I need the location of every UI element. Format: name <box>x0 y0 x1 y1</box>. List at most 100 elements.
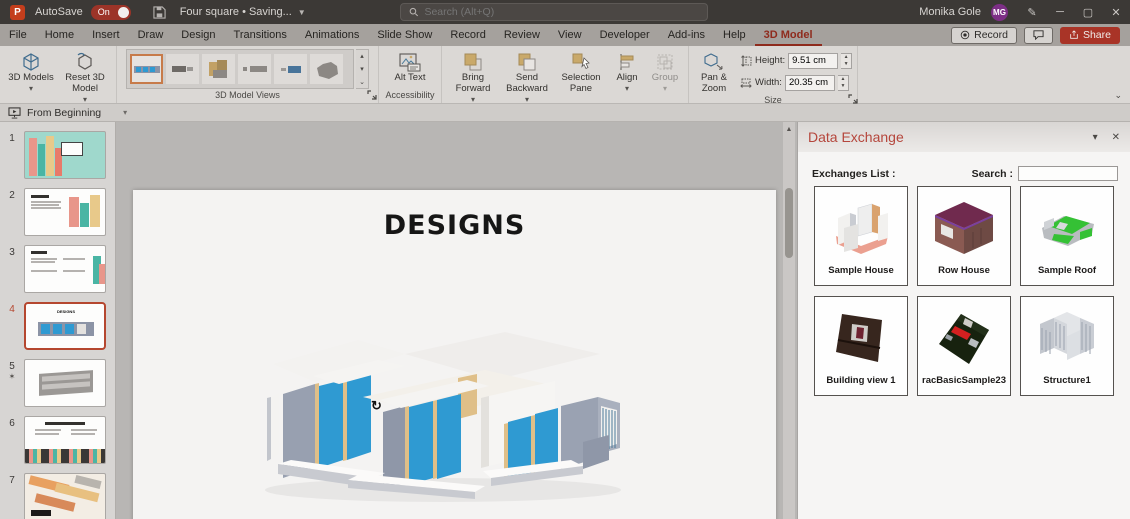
structure1-thumbnail <box>1029 303 1105 373</box>
align-button[interactable]: Align ▾ <box>609 49 645 104</box>
slide-thumbnail-5[interactable]: 5 ✶ <box>0 359 115 407</box>
draw-pen-icon[interactable]: ✎ <box>1018 0 1046 24</box>
tab-3d-model[interactable]: 3D Model <box>755 24 822 46</box>
panel-dropdown-icon[interactable]: ▾ <box>1093 132 1098 143</box>
autosave-toggle[interactable]: On <box>90 4 131 20</box>
tab-design[interactable]: Design <box>172 24 224 46</box>
slide-thumbnail-4-selected[interactable]: 4 DESIGNS <box>0 302 115 350</box>
slide-editing-area[interactable]: DESIGNS ↻ <box>133 190 776 519</box>
tab-record[interactable]: Record <box>441 24 494 46</box>
search-box[interactable] <box>400 3 708 21</box>
width-icon <box>740 78 752 88</box>
scroll-up-icon[interactable]: ▲ <box>783 122 795 136</box>
view-thumbnail[interactable] <box>166 54 199 84</box>
pan-zoom-button[interactable]: Pan & Zoom <box>694 49 734 95</box>
tab-draw[interactable]: Draw <box>129 24 173 46</box>
slide-thumbnail-3[interactable]: 3 <box>0 245 115 293</box>
tab-view[interactable]: View <box>549 24 591 46</box>
chevron-down-icon: ▾ <box>82 94 87 104</box>
racbasicsample23-thumbnail <box>926 303 1002 373</box>
panel-close-icon[interactable]: ✕ <box>1112 132 1120 143</box>
slide-number: 2 <box>9 190 15 201</box>
powerpoint-logo-icon[interactable]: P <box>10 4 25 20</box>
group-button[interactable]: Group ▾ <box>647 49 683 104</box>
slide-thumbnail-6[interactable]: 6 <box>0 416 115 464</box>
group-label-accessibility: Accessibility <box>385 89 435 100</box>
tab-transitions[interactable]: Transitions <box>225 24 296 46</box>
slide-title[interactable]: DESIGNS <box>133 210 776 241</box>
from-beginning-icon <box>8 106 21 119</box>
share-button[interactable]: Share <box>1059 26 1120 44</box>
alt-text-button[interactable]: Alt Text <box>384 49 436 88</box>
chevron-down-icon: ▾ <box>28 83 33 93</box>
search-input[interactable] <box>424 6 699 18</box>
view-thumbnail[interactable] <box>202 54 235 84</box>
width-stepper[interactable]: ▲ ▼ <box>837 74 849 91</box>
view-thumbnail[interactable] <box>238 54 271 84</box>
collapse-ribbon-icon[interactable]: ⌄ <box>1114 90 1122 101</box>
model-card-sample-roof[interactable]: Sample Roof <box>1020 186 1114 286</box>
record-button[interactable]: Record <box>951 26 1017 44</box>
tab-add-ins[interactable]: Add-ins <box>659 24 714 46</box>
tab-home[interactable]: Home <box>36 24 83 46</box>
height-stepper[interactable]: ▲ ▼ <box>841 52 853 69</box>
dialog-launcher-icon[interactable] <box>367 89 378 101</box>
chevron-down-icon: ▾ <box>662 83 667 93</box>
tab-animations[interactable]: Animations <box>296 24 368 46</box>
tab-slide-show[interactable]: Slide Show <box>368 24 441 46</box>
slide-number: 4 <box>9 304 15 315</box>
close-button[interactable]: ✕ <box>1102 0 1130 24</box>
from-beginning-button[interactable]: From Beginning <box>27 107 101 119</box>
tab-review[interactable]: Review <box>495 24 549 46</box>
model-card-sample-house[interactable]: Sample House <box>814 186 908 286</box>
3d-models-button[interactable]: 3D Models ▾ <box>5 49 57 104</box>
gallery-down-button[interactable]: ▾ <box>356 63 368 76</box>
view-thumbnail-selected[interactable] <box>130 54 163 84</box>
send-backward-button[interactable]: Send Backward ▾ <box>501 49 553 104</box>
building-view-1-thumbnail <box>823 303 899 373</box>
title-bar: P AutoSave On Four square • Saving... ▼ … <box>0 0 1130 24</box>
avatar[interactable]: MG <box>991 3 1008 21</box>
save-icon[interactable] <box>153 5 166 19</box>
slide-thumbnail-7[interactable]: 7 <box>0 473 115 519</box>
reset-3d-model-button[interactable]: Reset 3D Model ▾ <box>59 49 111 104</box>
comments-button[interactable] <box>1023 26 1053 44</box>
tab-developer[interactable]: Developer <box>591 24 659 46</box>
slide-thumbnail-1[interactable]: 1 <box>0 131 115 179</box>
pan-zoom-icon <box>702 51 726 73</box>
model-card-row-house[interactable]: Row House <box>917 186 1011 286</box>
selection-pane-button[interactable]: Selection Pane <box>555 49 607 104</box>
rotate-cursor-icon: ↻ <box>371 398 382 413</box>
height-input[interactable] <box>788 52 839 69</box>
model-card-racbasicsample23[interactable]: racBasicSample23 <box>917 296 1011 396</box>
panel-search-input[interactable] <box>1018 166 1118 181</box>
toggle-knob-icon <box>117 6 129 18</box>
canvas-scrollbar[interactable]: ▲ <box>783 122 795 519</box>
view-thumbnail[interactable] <box>310 54 343 84</box>
width-input[interactable] <box>784 74 835 91</box>
chevron-down-icon[interactable]: ▾ <box>123 108 127 117</box>
ribbon-tab-row: File Home Insert Draw Design Transitions… <box>0 24 1130 46</box>
minimize-button[interactable]: ─ <box>1046 0 1074 24</box>
tab-insert[interactable]: Insert <box>83 24 129 46</box>
slide-thumbnail-2[interactable]: 2 <box>0 188 115 236</box>
tab-file[interactable]: File <box>0 24 36 46</box>
model-card-building-view-1[interactable]: Building view 1 <box>814 296 908 396</box>
slide-3d-model[interactable] <box>253 302 633 502</box>
user-name[interactable]: Monika Gole <box>919 6 981 18</box>
model-card-structure1[interactable]: Structure1 <box>1020 296 1114 396</box>
panel-header: Data Exchange ▾ ✕ <box>798 122 1130 152</box>
tab-help[interactable]: Help <box>714 24 755 46</box>
gallery-scroll: ▴ ▾ ⌄ <box>356 49 369 89</box>
align-icon <box>615 51 639 73</box>
slide-number: 5 <box>9 361 15 372</box>
document-title[interactable]: Four square • Saving... ▼ <box>180 6 306 18</box>
maximize-button[interactable]: ▢ <box>1074 0 1102 24</box>
slide-number: 6 <box>9 418 15 429</box>
record-dot-icon <box>960 30 970 40</box>
bring-forward-button[interactable]: Bring Forward ▾ <box>447 49 499 104</box>
gallery-up-button[interactable]: ▴ <box>356 50 368 63</box>
scrollbar-thumb[interactable] <box>785 188 793 258</box>
gallery-more-button[interactable]: ⌄ <box>356 75 368 88</box>
view-thumbnail[interactable] <box>274 54 307 84</box>
